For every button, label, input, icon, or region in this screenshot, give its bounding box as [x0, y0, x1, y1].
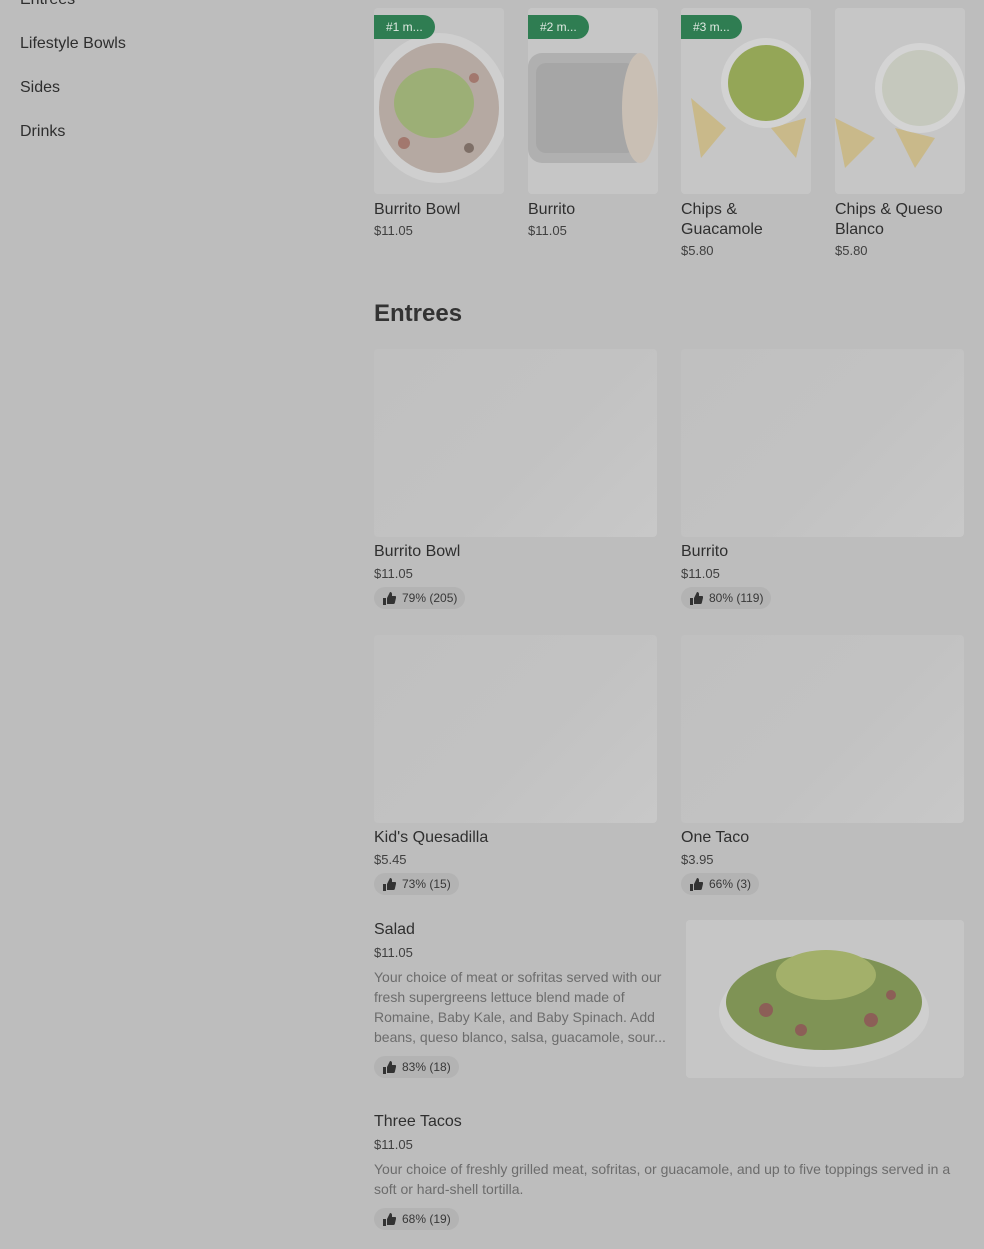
item-price: $11.05	[374, 566, 413, 581]
item-name: Burrito	[528, 201, 576, 218]
item-image-placeholder	[374, 349, 657, 537]
item-price: $11.05	[681, 566, 720, 581]
rank-badge: #3 m...	[681, 15, 742, 39]
chips-guacamole-image: #3 m...	[681, 8, 811, 194]
rating-text: 73% (15)	[402, 877, 451, 891]
rating-badge: 83% (18)	[374, 1056, 459, 1078]
entree-card[interactable]: Kid's Quesadilla $5.45 73% (15)	[374, 635, 657, 896]
popular-item-card[interactable]: Chips & Queso Blanco $5.80	[835, 8, 965, 258]
rating-text: 83% (18)	[402, 1060, 451, 1074]
chips-queso-image	[835, 8, 965, 194]
entree-card[interactable]: One Taco $3.95 66% (3)	[681, 635, 964, 896]
rating-text: 68% (19)	[402, 1212, 451, 1226]
burrito-image: #2 m...	[528, 8, 658, 194]
item-name: Chips & Queso Blanco	[835, 201, 943, 238]
rating-badge: 79% (205)	[374, 587, 466, 609]
item-price: $11.05	[374, 223, 413, 238]
sidebar-item-sides[interactable]: Sides	[20, 76, 320, 120]
sidebar-item-entrees[interactable]: Entrees	[20, 0, 320, 32]
item-name: Burrito	[681, 543, 729, 560]
rating-text: 79% (205)	[402, 591, 458, 605]
item-image-placeholder	[681, 635, 964, 823]
popular-item-card[interactable]: #1 m... Burrito Bowl $11.05	[374, 8, 504, 238]
item-price: $11.05	[528, 223, 567, 238]
item-name: One Taco	[681, 829, 750, 846]
item-description: Your choice of meat or sofritas served w…	[374, 969, 666, 1045]
burrito-bowl-image: #1 m...	[374, 8, 504, 194]
sidebar-item-drinks[interactable]: Drinks	[20, 120, 320, 164]
rating-text: 66% (3)	[709, 877, 752, 891]
rating-badge: 80% (119)	[681, 587, 772, 609]
thumbs-up-icon	[383, 1060, 396, 1074]
item-price: $11.05	[374, 1137, 413, 1152]
item-name: Salad	[374, 921, 415, 938]
thumbs-up-icon	[690, 591, 703, 605]
item-name: Burrito Bowl	[374, 201, 461, 218]
rank-badge: #2 m...	[528, 15, 589, 39]
rating-badge: 73% (15)	[374, 873, 459, 895]
thumbs-up-icon	[383, 591, 396, 605]
popular-item-card[interactable]: #3 m... Chips & Guacamole $5.80	[681, 8, 811, 258]
rating-badge: 66% (3)	[681, 873, 760, 895]
thumbs-up-icon	[383, 877, 396, 891]
sidebar-item-lifestyle-bowls[interactable]: Lifestyle Bowls	[20, 32, 320, 76]
category-sidebar: Entrees Lifestyle Bowls Sides Drinks	[20, 0, 320, 164]
rating-text: 80% (119)	[709, 591, 764, 605]
item-price: $5.80	[681, 243, 714, 258]
rating-badge: 68% (19)	[374, 1208, 459, 1230]
item-price: $3.95	[681, 852, 714, 867]
list-item-salad[interactable]: Salad $11.05 Your choice of meat or sofr…	[374, 920, 674, 1079]
item-price: $5.45	[374, 852, 407, 867]
item-price: $11.05	[374, 945, 413, 960]
item-image-placeholder	[681, 349, 964, 537]
popular-item-card[interactable]: #2 m... Burrito $11.05	[528, 8, 658, 238]
thumbs-up-icon	[383, 1212, 396, 1226]
entree-card[interactable]: Burrito Bowl $11.05 79% (205)	[374, 349, 657, 610]
salad-image	[686, 920, 964, 1078]
item-name: Chips & Guacamole	[681, 201, 763, 238]
item-name: Kid's Quesadilla	[374, 829, 489, 846]
entree-card[interactable]: Burrito $11.05 80% (119)	[681, 349, 964, 610]
item-price: $5.80	[835, 243, 868, 258]
thumbs-up-icon	[690, 877, 703, 891]
item-name: Burrito Bowl	[374, 543, 461, 560]
section-title-entrees: Entrees	[374, 300, 463, 327]
item-description: Your choice of freshly grilled meat, sof…	[374, 1161, 951, 1197]
list-item-three-tacos[interactable]: Three Tacos $11.05 Your choice of freshl…	[374, 1112, 964, 1231]
rank-badge: #1 m...	[374, 15, 435, 39]
item-name: Three Tacos	[374, 1113, 462, 1130]
item-image-placeholder	[374, 635, 657, 823]
